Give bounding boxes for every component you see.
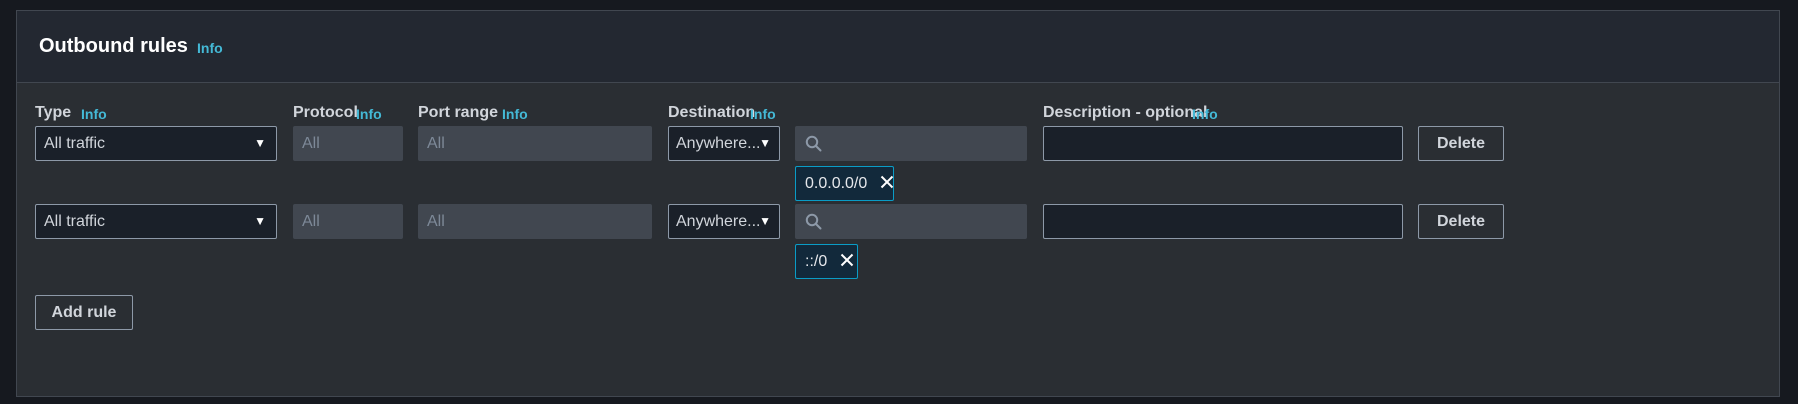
panel-title: Outbound rules [39,35,188,57]
port-range-input: All [418,204,652,239]
description-input[interactable] [1043,204,1403,239]
delete-button[interactable]: Delete [1418,204,1504,239]
type-select[interactable]: All traffic ▼ [35,126,277,161]
port-range-input: All [418,126,652,161]
close-icon[interactable] [840,253,854,267]
destination-select-value: Anywhere... [676,135,761,152]
column-header-description: Description - optional [1043,104,1208,121]
port-range-info-link[interactable]: Info [502,106,528,122]
column-header-port-range: Port range [418,104,499,121]
search-icon [805,213,822,230]
destination-search-input[interactable] [795,126,1027,161]
protocol-info-link[interactable]: Info [356,106,382,122]
description-input[interactable] [1043,126,1403,161]
destination-token: ::/0 [795,244,858,279]
panel-header: Outbound rules Info [17,11,1779,83]
caret-down-icon: ▼ [254,136,266,150]
destination-token-label: 0.0.0.0/0 [805,175,868,192]
destination-select[interactable]: Anywhere... ▼ [668,204,780,239]
protocol-input: All [293,126,403,161]
caret-down-icon: ▼ [759,136,771,150]
description-info-link[interactable]: Info [1192,106,1218,122]
search-icon [805,135,822,152]
destination-info-link[interactable]: Info [750,106,776,122]
caret-down-icon: ▼ [254,214,266,228]
destination-select[interactable]: Anywhere... ▼ [668,126,780,161]
title-info-link[interactable]: Info [197,40,223,56]
outbound-rules-panel: Outbound rules Info Type Info Protocol I… [16,10,1780,397]
destination-select-value: Anywhere... [676,213,761,230]
type-info-link[interactable]: Info [81,106,107,122]
column-header-type: Type [35,104,72,121]
column-header-protocol: Protocol [293,104,358,121]
type-select[interactable]: All traffic ▼ [35,204,277,239]
destination-search-input[interactable] [795,204,1027,239]
column-header-destination: Destination [668,104,756,121]
caret-down-icon: ▼ [759,214,771,228]
type-select-value: All traffic [44,213,106,230]
close-icon[interactable] [880,175,894,189]
protocol-input: All [293,204,403,239]
destination-token-label: ::/0 [805,253,828,270]
destination-token: 0.0.0.0/0 [795,166,894,201]
add-rule-button[interactable]: Add rule [35,295,133,330]
type-select-value: All traffic [44,135,106,152]
delete-button[interactable]: Delete [1418,126,1504,161]
